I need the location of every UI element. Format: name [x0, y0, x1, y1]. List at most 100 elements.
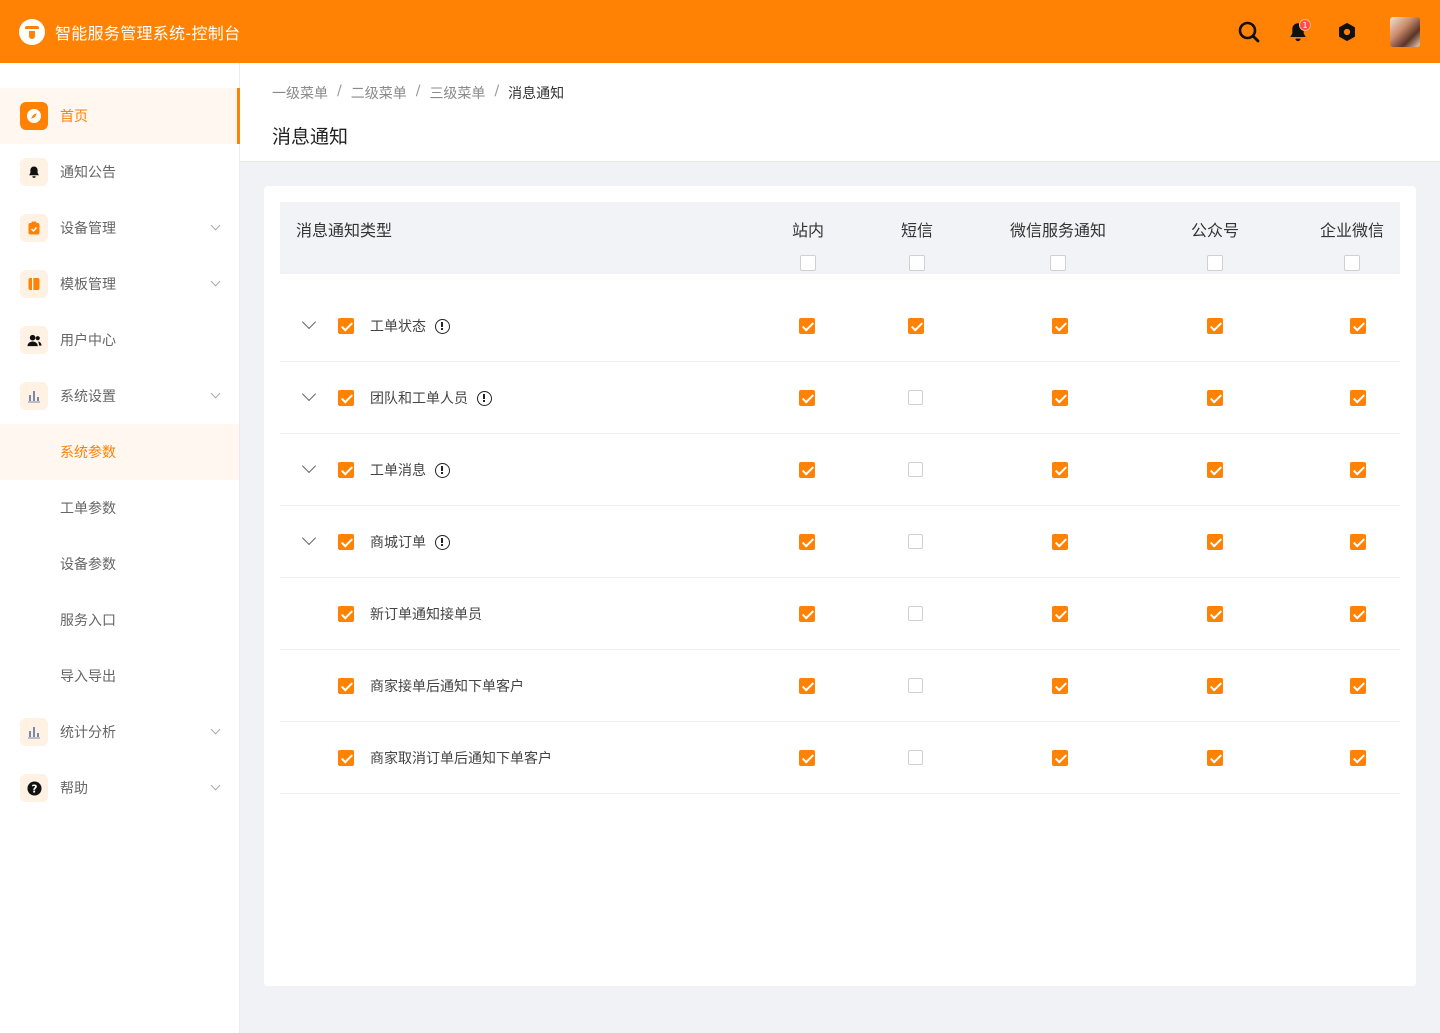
row-label-text: 商城订单 [370, 535, 426, 551]
bell-icon [20, 158, 48, 186]
channel-checkbox[interactable] [1207, 678, 1223, 694]
avatar[interactable] [1390, 16, 1420, 47]
chevron-down-icon[interactable] [302, 390, 316, 404]
breadcrumb-item[interactable]: 三级菜单 [429, 83, 485, 103]
channel-checkbox[interactable] [1052, 678, 1068, 694]
info-icon[interactable] [435, 462, 450, 478]
channel-checkbox[interactable] [799, 462, 815, 478]
sidebar-subitem-ticket-params[interactable]: 工单参数 [0, 480, 239, 536]
row-select-checkbox[interactable] [338, 678, 354, 694]
sidebar-item-home[interactable]: 首页 [0, 88, 240, 144]
search-icon[interactable] [1235, 18, 1263, 46]
channel-checkbox[interactable] [1207, 750, 1223, 766]
select-all-site-checkbox[interactable] [800, 255, 816, 271]
column-header-label: 企业微信 [1319, 221, 1384, 240]
users-icon [20, 326, 48, 354]
row-select-checkbox[interactable] [338, 462, 354, 478]
channel-checkbox[interactable] [1350, 678, 1366, 694]
notification-settings-card: 消息通知类型 站内 短信 微信服务通知 公众号 企业微信 工单状态 团队和工单人员… [264, 186, 1416, 986]
table-row: 工单状态 [280, 290, 1400, 362]
column-header-type: 消息通知类型 [296, 221, 393, 240]
breadcrumb: 一级菜单 / 二级菜单 / 三级菜单 / 消息通知 [272, 83, 564, 103]
channel-checkbox[interactable] [1350, 390, 1366, 406]
channel-checkbox[interactable] [908, 462, 923, 477]
sidebar-item-notice[interactable]: 通知公告 [0, 144, 239, 200]
channel-checkbox[interactable] [1207, 534, 1223, 550]
row-label: 商城订单 [370, 532, 450, 552]
table-row: 商家接单后通知下单客户 [280, 650, 1400, 722]
chevron-down-icon[interactable] [302, 318, 316, 332]
channel-checkbox[interactable] [1350, 534, 1366, 550]
select-all-sms-checkbox[interactable] [909, 255, 925, 271]
channel-checkbox[interactable] [908, 534, 923, 549]
app-title: 智能服务管理系统-控制台 [55, 23, 241, 43]
channel-checkbox[interactable] [1052, 606, 1068, 622]
channel-checkbox[interactable] [1350, 750, 1366, 766]
channel-checkbox[interactable] [1052, 534, 1068, 550]
channel-checkbox[interactable] [1207, 390, 1223, 406]
channel-checkbox[interactable] [1207, 318, 1223, 334]
table-row: 商城订单 [280, 506, 1400, 578]
sidebar-item-label: 工单参数 [60, 501, 116, 517]
chevron-down-icon [210, 276, 221, 287]
sidebar-item-help[interactable]: ? 帮助 [0, 760, 239, 816]
channel-checkbox[interactable] [908, 678, 923, 693]
sidebar-item-label: 系统设置 [60, 389, 116, 405]
select-all-official-account-checkbox[interactable] [1207, 255, 1223, 271]
chevron-down-icon [210, 388, 221, 399]
clipboard-icon [20, 214, 48, 242]
sidebar-item-users[interactable]: 用户中心 [0, 312, 239, 368]
row-select-checkbox[interactable] [338, 534, 354, 550]
sidebar-subitem-device-params[interactable]: 设备参数 [0, 536, 239, 592]
chevron-down-icon [210, 724, 221, 735]
channel-checkbox[interactable] [799, 534, 815, 550]
channel-checkbox[interactable] [1052, 318, 1068, 334]
channel-checkbox[interactable] [799, 678, 815, 694]
sidebar-item-label: 导入导出 [60, 669, 116, 685]
sidebar-item-label: 用户中心 [60, 333, 116, 349]
sidebar-subitem-system-params[interactable]: 系统参数 [0, 424, 239, 480]
info-icon[interactable] [477, 390, 492, 406]
row-select-checkbox[interactable] [338, 750, 354, 766]
sidebar-item-label: 设备参数 [60, 557, 116, 573]
channel-checkbox[interactable] [1052, 750, 1068, 766]
table-row: 团队和工单人员 [280, 362, 1400, 434]
channel-checkbox[interactable] [908, 318, 924, 334]
row-select-checkbox[interactable] [338, 606, 354, 622]
channel-checkbox[interactable] [908, 750, 923, 765]
sidebar-item-system-settings[interactable]: 系统设置 [0, 368, 239, 424]
channel-checkbox[interactable] [1350, 318, 1366, 334]
channel-checkbox[interactable] [908, 390, 923, 405]
chevron-down-icon[interactable] [302, 534, 316, 548]
channel-checkbox[interactable] [1350, 462, 1366, 478]
channel-checkbox[interactable] [799, 390, 815, 406]
channel-checkbox[interactable] [1350, 606, 1366, 622]
channel-checkbox[interactable] [1052, 390, 1068, 406]
info-icon[interactable] [435, 534, 450, 550]
sidebar-item-label: 统计分析 [60, 725, 116, 741]
row-select-checkbox[interactable] [338, 390, 354, 406]
sidebar-subitem-import-export[interactable]: 导入导出 [0, 648, 239, 704]
breadcrumb-current: 消息通知 [508, 86, 565, 102]
channel-checkbox[interactable] [1207, 606, 1223, 622]
channel-checkbox[interactable] [1207, 462, 1223, 478]
sidebar-item-template[interactable]: 模板管理 [0, 256, 239, 312]
breadcrumb-item[interactable]: 一级菜单 [272, 83, 328, 103]
select-all-wechat-service-checkbox[interactable] [1050, 255, 1066, 271]
select-all-wecom-checkbox[interactable] [1344, 255, 1360, 271]
sidebar-subitem-service-entry[interactable]: 服务入口 [0, 592, 239, 648]
info-icon[interactable] [435, 318, 450, 334]
channel-checkbox[interactable] [799, 318, 815, 334]
chevron-down-icon[interactable] [302, 462, 316, 476]
table-header: 消息通知类型 站内 短信 微信服务通知 公众号 企业微信 [280, 202, 1400, 274]
bell-icon[interactable]: 1 [1284, 18, 1312, 46]
breadcrumb-item[interactable]: 二级菜单 [351, 83, 407, 103]
channel-checkbox[interactable] [1052, 462, 1068, 478]
sidebar-item-statistics[interactable]: 统计分析 [0, 704, 239, 760]
settings-icon[interactable] [1333, 18, 1361, 46]
row-select-checkbox[interactable] [338, 318, 354, 334]
channel-checkbox[interactable] [799, 606, 815, 622]
channel-checkbox[interactable] [799, 750, 815, 766]
sidebar-item-device[interactable]: 设备管理 [0, 200, 239, 256]
channel-checkbox[interactable] [908, 606, 923, 621]
